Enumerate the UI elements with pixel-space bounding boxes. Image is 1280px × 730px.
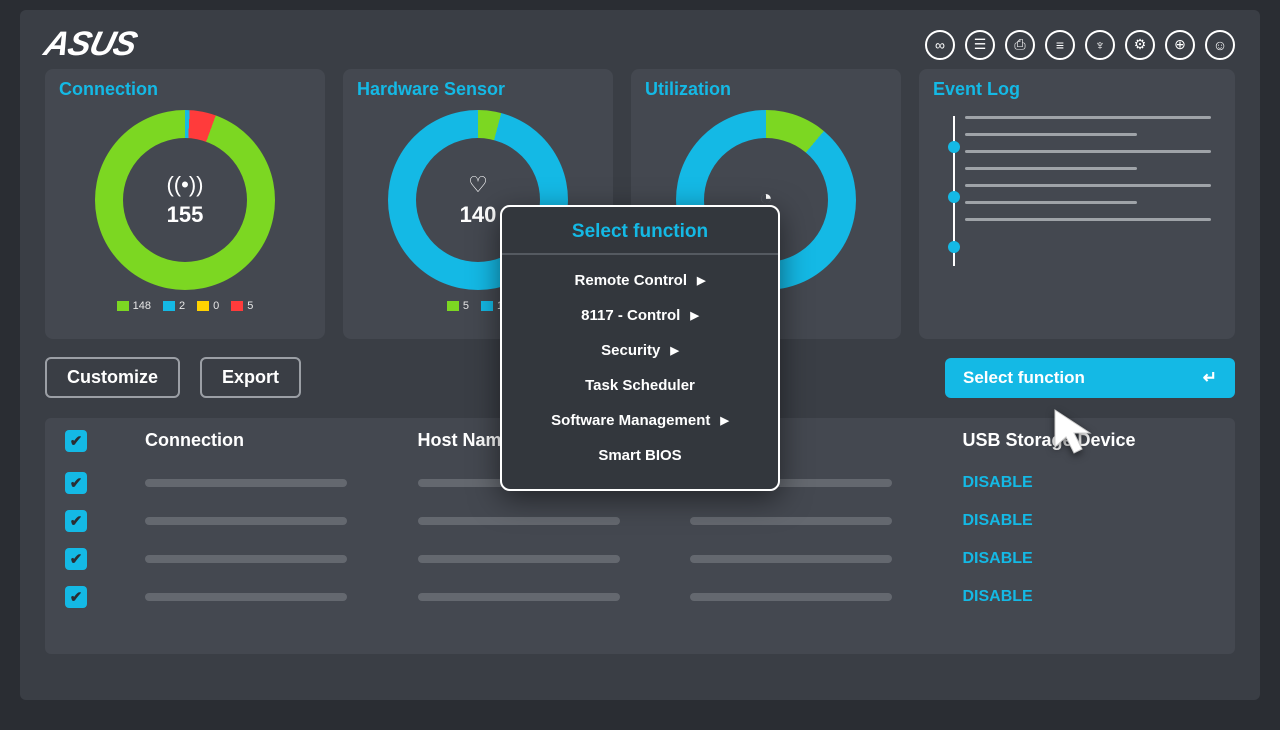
popup-item-8117-control[interactable]: 8117 - Control▶: [502, 298, 778, 333]
select-function-button[interactable]: Select function ↵: [945, 358, 1235, 398]
row-checkbox[interactable]: ✔: [65, 510, 87, 532]
row-checkbox[interactable]: ✔: [65, 586, 87, 608]
popup-item-smart-bios[interactable]: Smart BIOS: [502, 438, 778, 473]
usb-status[interactable]: DISABLE: [963, 550, 1216, 568]
usb-status[interactable]: DISABLE: [963, 474, 1216, 492]
broadcast-icon: ((•)): [166, 172, 203, 198]
eventlog-title: Event Log: [933, 79, 1221, 100]
connection-value: 155: [167, 202, 204, 228]
col-connection: Connection: [145, 430, 398, 452]
eventlog-card[interactable]: Event Log: [919, 69, 1235, 339]
select-all-checkbox[interactable]: ✔: [65, 430, 87, 452]
enter-icon: ↵: [1203, 368, 1217, 388]
select-function-popup: Select function Remote Control▶ 8117 - C…: [500, 205, 780, 491]
table-row[interactable]: ✔ DISABLE: [65, 548, 1215, 570]
popup-item-task-scheduler[interactable]: Task Scheduler: [502, 368, 778, 403]
network-icon[interactable]: ♆: [1085, 30, 1115, 60]
connection-card[interactable]: Connection ((•)) 155 148 2 0 5: [45, 69, 325, 339]
eventlog-lines: [965, 116, 1221, 266]
heart-icon: ♡: [468, 172, 488, 198]
row-checkbox[interactable]: ✔: [65, 472, 87, 494]
popup-item-software-management[interactable]: Software Management▶: [502, 403, 778, 438]
chevron-right-icon: ▶: [697, 274, 705, 287]
brand-logo: ASUS: [40, 25, 140, 64]
hardware-title: Hardware Sensor: [357, 79, 599, 100]
chevron-right-icon: ▶: [720, 414, 728, 427]
chevron-right-icon: ▶: [670, 344, 678, 357]
user-icon[interactable]: ☺: [1205, 30, 1235, 60]
select-function-label: Select function: [963, 368, 1085, 388]
server-icon[interactable]: ≡: [1045, 30, 1075, 60]
link-icon[interactable]: ∞: [925, 30, 955, 60]
table-row[interactable]: ✔ DISABLE: [65, 586, 1215, 608]
connection-title: Connection: [59, 79, 311, 100]
utilization-title: Utilization: [645, 79, 887, 100]
connection-legend: 148 2 0 5: [117, 300, 254, 312]
table-row[interactable]: ✔ DISABLE: [65, 510, 1215, 532]
hardware-value: 140: [460, 202, 497, 228]
gear-icon[interactable]: ⚙: [1125, 30, 1155, 60]
chevron-right-icon: ▶: [690, 309, 698, 322]
globe-icon[interactable]: ⊕: [1165, 30, 1195, 60]
usb-status[interactable]: DISABLE: [963, 588, 1216, 606]
row-checkbox[interactable]: ✔: [65, 548, 87, 570]
header-icon-bar: ∞ ☰ ⎙ ≡ ♆ ⚙ ⊕ ☺: [925, 30, 1235, 60]
connection-donut: ((•)) 155: [95, 110, 275, 290]
popup-item-security[interactable]: Security▶: [502, 333, 778, 368]
print-icon[interactable]: ⎙: [1005, 30, 1035, 60]
report-icon[interactable]: ☰: [965, 30, 995, 60]
popup-title: Select function: [502, 221, 778, 255]
customize-button[interactable]: Customize: [45, 357, 180, 398]
export-button[interactable]: Export: [200, 357, 301, 398]
eventlog-timeline: [953, 116, 955, 266]
popup-item-remote-control[interactable]: Remote Control▶: [502, 263, 778, 298]
usb-status[interactable]: DISABLE: [963, 512, 1216, 530]
